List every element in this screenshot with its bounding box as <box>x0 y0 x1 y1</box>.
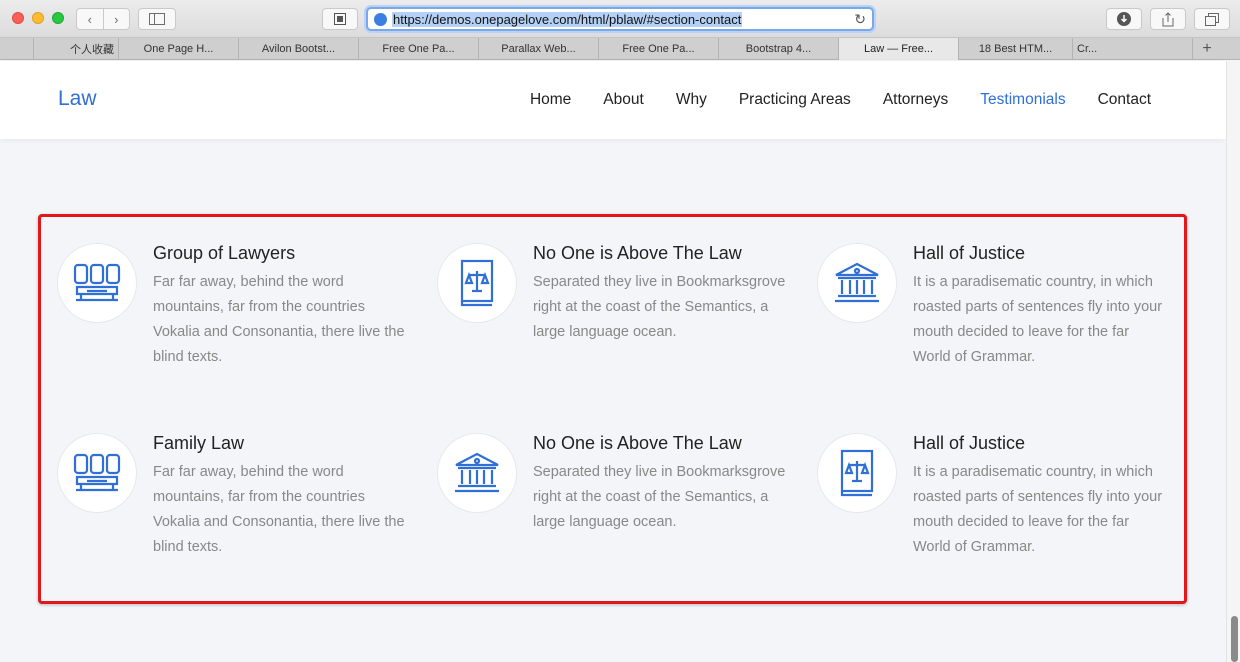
browser-tab[interactable]: Parallax Web... <box>479 38 599 60</box>
history-nav: ‹ › <box>76 8 130 30</box>
window-close-button[interactable] <box>12 12 24 24</box>
browser-tab-active[interactable]: Law — Free... <box>839 38 959 60</box>
service-text: Far far away, behind the word mountains,… <box>153 464 405 555</box>
page-viewport: Law Home About Why Practicing Areas Atto… <box>0 61 1226 662</box>
nav-testimonials[interactable]: Testimonials <box>980 91 1065 109</box>
site-header: Law Home About Why Practicing Areas Atto… <box>0 61 1226 139</box>
service-text: Separated they live in Bookmarksgrove ri… <box>533 464 786 530</box>
nav-why[interactable]: Why <box>676 91 707 109</box>
nav-practicing-areas[interactable]: Practicing Areas <box>739 91 851 109</box>
service-title: Family Law <box>153 433 245 453</box>
main-nav: Home About Why Practicing Areas Attorney… <box>530 91 1151 109</box>
nav-attorneys[interactable]: Attorneys <box>883 91 948 109</box>
url-text[interactable]: https://demos.onepagelove.com/html/pblaw… <box>392 11 743 27</box>
service-title: Group of Lawyers <box>153 243 296 263</box>
show-tabs-button[interactable] <box>1194 8 1230 30</box>
share-button[interactable] <box>1150 8 1186 30</box>
law-book-icon <box>460 259 494 307</box>
sidebar-toggle-button[interactable] <box>138 8 176 30</box>
window-maximize-button[interactable] <box>52 12 64 24</box>
window-minimize-button[interactable] <box>32 12 44 24</box>
back-icon[interactable]: ‹ <box>77 12 103 27</box>
nav-contact[interactable]: Contact <box>1098 91 1151 109</box>
reader-icon <box>334 13 346 25</box>
browser-tab[interactable]: 个人收藏 <box>34 38 119 60</box>
service-text: It is a paradisematic country, in which … <box>913 464 1163 555</box>
lawyers-group-icon <box>73 263 121 302</box>
tab-bar: 个人收藏 One Page H... Avilon Bootst... Free… <box>0 38 1240 60</box>
tabs-icon <box>1205 12 1219 26</box>
browser-tab[interactable]: One Page H... <box>119 38 239 60</box>
courthouse-icon <box>835 262 879 303</box>
service-text: It is a paradisematic country, in which … <box>913 274 1163 365</box>
nav-about[interactable]: About <box>603 91 644 109</box>
forward-icon[interactable]: › <box>104 12 130 27</box>
new-tab-button[interactable]: + <box>1193 38 1221 59</box>
reader-button[interactable] <box>322 8 358 30</box>
browser-tab[interactable]: Free One Pa... <box>599 38 719 60</box>
share-icon <box>1162 11 1174 26</box>
nav-home[interactable]: Home <box>530 91 571 109</box>
download-icon <box>1117 12 1131 26</box>
lawyers-group-icon <box>73 453 121 492</box>
service-text: Far far away, behind the word mountains,… <box>153 274 405 365</box>
browser-tab[interactable]: Bootstrap 4... <box>719 38 839 60</box>
service-title: Hall of Justice <box>913 433 1026 453</box>
law-book-icon <box>840 449 874 497</box>
reload-icon[interactable]: ↻ <box>854 11 866 28</box>
service-title: No One is Above The Law <box>533 433 742 453</box>
courthouse-icon <box>455 452 499 493</box>
browser-tab[interactable]: Cr... <box>1073 38 1193 60</box>
service-title: No One is Above The Law <box>533 243 742 263</box>
browser-tab[interactable]: Avilon Bootst... <box>239 38 359 60</box>
scrollbar-thumb[interactable] <box>1231 616 1238 662</box>
address-bar[interactable]: https://demos.onepagelove.com/html/pblaw… <box>366 7 874 31</box>
browser-toolbar: ‹ › https://demos.onepagelove.com/html/p… <box>0 0 1240 38</box>
sidebar-icon <box>149 13 165 25</box>
scrollbar[interactable] <box>1226 61 1240 662</box>
browser-tab[interactable]: 18 Best HTM... <box>959 38 1073 60</box>
downloads-button[interactable] <box>1106 8 1142 30</box>
browser-tab[interactable]: Free One Pa... <box>359 38 479 60</box>
browser-tab[interactable] <box>0 38 34 60</box>
globe-icon <box>374 12 387 26</box>
service-title: Hall of Justice <box>913 243 1026 263</box>
site-brand[interactable]: Law <box>58 87 97 111</box>
service-text: Separated they live in Bookmarksgrove ri… <box>533 274 786 340</box>
